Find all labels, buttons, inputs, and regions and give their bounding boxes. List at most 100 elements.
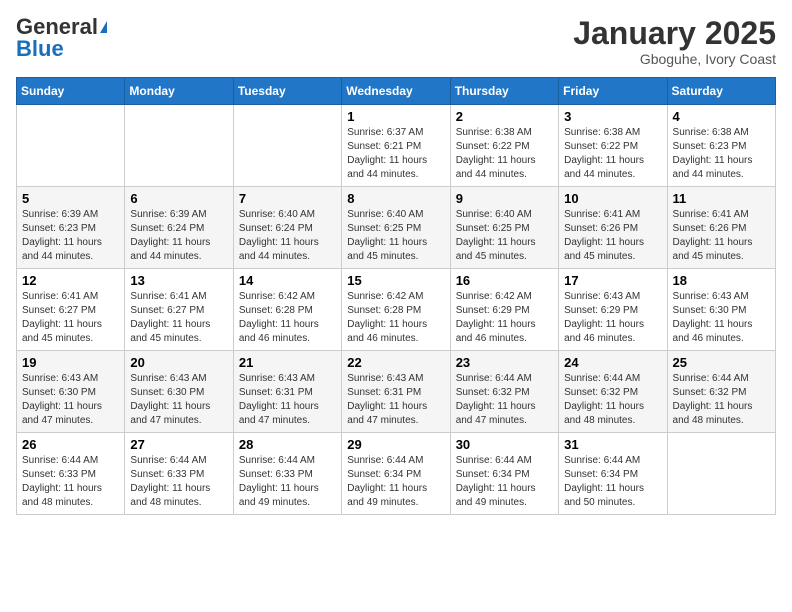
weekday-header-sunday: Sunday bbox=[17, 78, 125, 105]
day-number: 15 bbox=[347, 273, 444, 288]
calendar-table: SundayMondayTuesdayWednesdayThursdayFrid… bbox=[16, 77, 776, 515]
day-cell: 10Sunrise: 6:41 AMSunset: 6:26 PMDayligh… bbox=[559, 187, 667, 269]
day-number: 5 bbox=[22, 191, 119, 206]
day-info: Sunrise: 6:39 AMSunset: 6:24 PMDaylight:… bbox=[130, 208, 227, 264]
day-info: Sunrise: 6:44 AMSunset: 6:32 PMDaylight:… bbox=[564, 372, 661, 428]
day-cell: 7 Sunrise: 6:40 AMSunset: 6:24 PMDaylight… bbox=[233, 187, 341, 269]
week-row-5: 26 Sunrise: 6:44 AMSunset: 6:33 PMDayligh… bbox=[17, 433, 776, 515]
week-row-2: 5 Sunrise: 6:39 AMSunset: 6:23 PMDaylight… bbox=[17, 187, 776, 269]
day-cell: 4 Sunrise: 6:38 AMSunset: 6:23 PMDaylight… bbox=[667, 105, 775, 187]
day-cell bbox=[233, 105, 341, 187]
day-number: 29 bbox=[347, 437, 444, 452]
day-info: Sunrise: 6:40 AMSunset: 6:25 PMDaylight:… bbox=[347, 208, 444, 264]
day-info: Sunrise: 6:40 AMSunset: 6:25 PMDaylight:… bbox=[456, 208, 553, 264]
day-number: 8 bbox=[347, 191, 444, 206]
day-number: 1 bbox=[347, 109, 444, 124]
day-cell: 15 Sunrise: 6:42 AMSunset: 6:28 PMDayligh… bbox=[342, 269, 450, 351]
day-cell: 8 Sunrise: 6:40 AMSunset: 6:25 PMDaylight… bbox=[342, 187, 450, 269]
location: Gboguhe, Ivory Coast bbox=[573, 51, 776, 67]
day-info: Sunrise: 6:44 AMSunset: 6:34 PMDaylight:… bbox=[456, 454, 553, 510]
day-cell: 20 Sunrise: 6:43 AMSunset: 6:30 PMDayligh… bbox=[125, 351, 233, 433]
day-info: Sunrise: 6:39 AMSunset: 6:23 PMDaylight:… bbox=[22, 208, 119, 264]
day-info: Sunrise: 6:40 AMSunset: 6:24 PMDaylight:… bbox=[239, 208, 336, 264]
day-number: 22 bbox=[347, 355, 444, 370]
day-info: Sunrise: 6:43 AMSunset: 6:30 PMDaylight:… bbox=[22, 372, 119, 428]
logo-icon bbox=[100, 21, 107, 33]
week-row-1: 1Sunrise: 6:37 AMSunset: 6:21 PMDaylight… bbox=[17, 105, 776, 187]
day-info: Sunrise: 6:44 AMSunset: 6:32 PMDaylight:… bbox=[456, 372, 553, 428]
day-number: 20 bbox=[130, 355, 227, 370]
day-cell: 29 Sunrise: 6:44 AMSunset: 6:34 PMDayligh… bbox=[342, 433, 450, 515]
week-row-4: 19Sunrise: 6:43 AMSunset: 6:30 PMDayligh… bbox=[17, 351, 776, 433]
day-cell: 16 Sunrise: 6:42 AMSunset: 6:29 PMDayligh… bbox=[450, 269, 558, 351]
day-number: 24 bbox=[564, 355, 661, 370]
day-number: 25 bbox=[673, 355, 770, 370]
weekday-header-tuesday: Tuesday bbox=[233, 78, 341, 105]
day-info: Sunrise: 6:38 AMSunset: 6:23 PMDaylight:… bbox=[673, 126, 770, 182]
day-number: 17 bbox=[564, 273, 661, 288]
day-number: 11 bbox=[673, 191, 770, 206]
day-info: Sunrise: 6:44 AMSunset: 6:32 PMDaylight:… bbox=[673, 372, 770, 428]
weekday-header-friday: Friday bbox=[559, 78, 667, 105]
day-cell: 22 Sunrise: 6:43 AMSunset: 6:31 PMDayligh… bbox=[342, 351, 450, 433]
weekday-header-row: SundayMondayTuesdayWednesdayThursdayFrid… bbox=[17, 78, 776, 105]
day-info: Sunrise: 6:41 AMSunset: 6:26 PMDaylight:… bbox=[673, 208, 770, 264]
day-cell: 31Sunrise: 6:44 AMSunset: 6:34 PMDayligh… bbox=[559, 433, 667, 515]
day-number: 26 bbox=[22, 437, 119, 452]
day-info: Sunrise: 6:44 AMSunset: 6:33 PMDaylight:… bbox=[130, 454, 227, 510]
day-info: Sunrise: 6:43 AMSunset: 6:31 PMDaylight:… bbox=[239, 372, 336, 428]
logo-blue-text: Blue bbox=[16, 38, 64, 60]
day-number: 4 bbox=[673, 109, 770, 124]
day-cell: 2 Sunrise: 6:38 AMSunset: 6:22 PMDaylight… bbox=[450, 105, 558, 187]
day-number: 2 bbox=[456, 109, 553, 124]
day-cell: 30 Sunrise: 6:44 AMSunset: 6:34 PMDayligh… bbox=[450, 433, 558, 515]
week-row-3: 12 Sunrise: 6:41 AMSunset: 6:27 PMDayligh… bbox=[17, 269, 776, 351]
logo-general-text: General bbox=[16, 16, 98, 38]
day-cell bbox=[125, 105, 233, 187]
day-cell: 5 Sunrise: 6:39 AMSunset: 6:23 PMDaylight… bbox=[17, 187, 125, 269]
day-cell: 1Sunrise: 6:37 AMSunset: 6:21 PMDaylight… bbox=[342, 105, 450, 187]
day-number: 27 bbox=[130, 437, 227, 452]
day-cell: 25 Sunrise: 6:44 AMSunset: 6:32 PMDayligh… bbox=[667, 351, 775, 433]
title-block: January 2025 Gboguhe, Ivory Coast bbox=[573, 16, 776, 67]
calendar-body: 1Sunrise: 6:37 AMSunset: 6:21 PMDaylight… bbox=[17, 105, 776, 515]
weekday-header-monday: Monday bbox=[125, 78, 233, 105]
day-number: 21 bbox=[239, 355, 336, 370]
day-cell: 19Sunrise: 6:43 AMSunset: 6:30 PMDayligh… bbox=[17, 351, 125, 433]
day-number: 31 bbox=[564, 437, 661, 452]
day-info: Sunrise: 6:41 AMSunset: 6:27 PMDaylight:… bbox=[130, 290, 227, 346]
day-cell: 24 Sunrise: 6:44 AMSunset: 6:32 PMDayligh… bbox=[559, 351, 667, 433]
day-info: Sunrise: 6:44 AMSunset: 6:34 PMDaylight:… bbox=[347, 454, 444, 510]
weekday-header-saturday: Saturday bbox=[667, 78, 775, 105]
day-number: 23 bbox=[456, 355, 553, 370]
day-cell bbox=[17, 105, 125, 187]
day-cell: 26Sunrise: 6:44 AMSunset: 6:33 PMDayligh… bbox=[17, 433, 125, 515]
day-cell: 21 Sunrise: 6:43 AMSunset: 6:31 PMDayligh… bbox=[233, 351, 341, 433]
day-info: Sunrise: 6:42 AMSunset: 6:28 PMDaylight:… bbox=[347, 290, 444, 346]
day-cell: 14Sunrise: 6:42 AMSunset: 6:28 PMDayligh… bbox=[233, 269, 341, 351]
day-cell: 28Sunrise: 6:44 AMSunset: 6:33 PMDayligh… bbox=[233, 433, 341, 515]
calendar-header: SundayMondayTuesdayWednesdayThursdayFrid… bbox=[17, 78, 776, 105]
weekday-header-thursday: Thursday bbox=[450, 78, 558, 105]
day-number: 30 bbox=[456, 437, 553, 452]
weekday-header-wednesday: Wednesday bbox=[342, 78, 450, 105]
day-number: 14 bbox=[239, 273, 336, 288]
day-info: Sunrise: 6:43 AMSunset: 6:30 PMDaylight:… bbox=[130, 372, 227, 428]
day-cell: 13 Sunrise: 6:41 AMSunset: 6:27 PMDayligh… bbox=[125, 269, 233, 351]
day-number: 16 bbox=[456, 273, 553, 288]
page-header: General Blue January 2025 Gboguhe, Ivory… bbox=[16, 16, 776, 67]
day-cell: 17Sunrise: 6:43 AMSunset: 6:29 PMDayligh… bbox=[559, 269, 667, 351]
day-number: 12 bbox=[22, 273, 119, 288]
month-title: January 2025 bbox=[573, 16, 776, 51]
logo: General Blue bbox=[16, 16, 107, 60]
day-info: Sunrise: 6:38 AMSunset: 6:22 PMDaylight:… bbox=[456, 126, 553, 182]
day-cell: 6 Sunrise: 6:39 AMSunset: 6:24 PMDaylight… bbox=[125, 187, 233, 269]
day-number: 3 bbox=[564, 109, 661, 124]
day-info: Sunrise: 6:43 AMSunset: 6:31 PMDaylight:… bbox=[347, 372, 444, 428]
day-number: 6 bbox=[130, 191, 227, 206]
day-cell: 11 Sunrise: 6:41 AMSunset: 6:26 PMDayligh… bbox=[667, 187, 775, 269]
day-info: Sunrise: 6:42 AMSunset: 6:29 PMDaylight:… bbox=[456, 290, 553, 346]
day-number: 13 bbox=[130, 273, 227, 288]
day-number: 7 bbox=[239, 191, 336, 206]
day-info: Sunrise: 6:44 AMSunset: 6:33 PMDaylight:… bbox=[239, 454, 336, 510]
